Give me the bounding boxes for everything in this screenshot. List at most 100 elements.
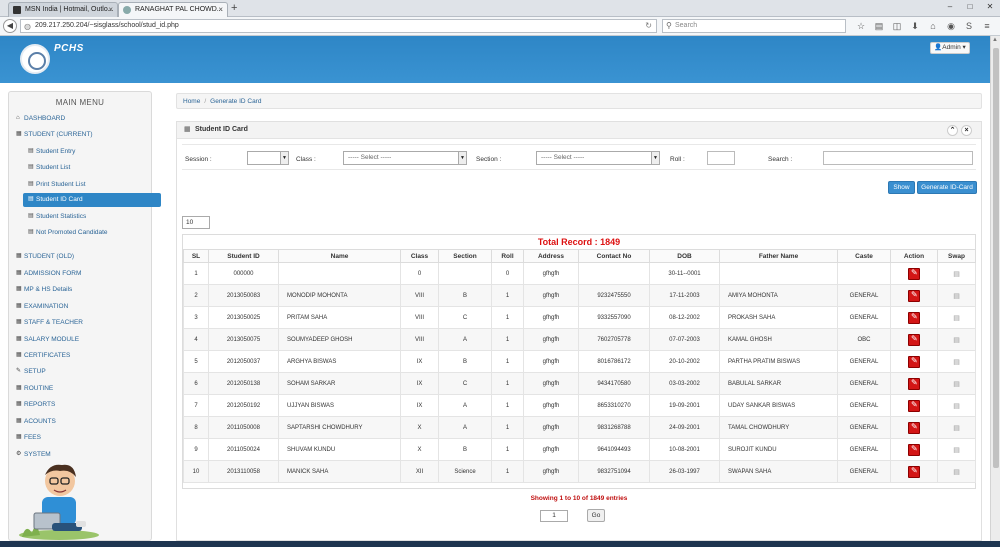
sidebar-item-staff-teacher[interactable]: ▦ STAFF & TEACHER xyxy=(14,316,152,329)
browser-tab-pchs[interactable]: RANAGHAT PAL CHOWD... × xyxy=(118,2,228,17)
sidebar-item-label: MP & HS Details xyxy=(24,286,73,293)
sidebar-item-setup[interactable]: ✎ SETUP xyxy=(14,365,152,378)
page-length-select[interactable]: 10 xyxy=(182,216,210,229)
swap-document-icon[interactable]: ▤ xyxy=(953,336,960,344)
sidebar-item-student-list[interactable]: ▤ Student List xyxy=(23,161,161,174)
pocket-icon[interactable]: ◫ xyxy=(888,20,906,32)
search-input[interactable] xyxy=(823,151,973,165)
table-cell: 08-12-2002 xyxy=(649,306,720,329)
column-header: Contact No xyxy=(578,249,650,263)
swap-document-icon[interactable]: ▤ xyxy=(953,402,960,410)
swap-document-icon[interactable]: ▤ xyxy=(953,292,960,300)
sidebar-item-routine[interactable]: ▦ ROUTINE xyxy=(14,382,152,395)
close-icon[interactable]: × xyxy=(218,3,223,17)
sidebar-item-reports[interactable]: ▦ REPORTS xyxy=(14,398,152,411)
edit-icon[interactable] xyxy=(908,289,920,302)
table-cell: 1 xyxy=(491,372,524,395)
breadcrumb-current[interactable]: Generate ID Card xyxy=(210,98,261,105)
table-cell: 2013050075 xyxy=(208,328,279,351)
table-cell: IX xyxy=(400,394,439,417)
grid-icon: ▦ xyxy=(16,336,22,342)
column-header: Roll xyxy=(491,249,524,263)
table-cell: UJJYAN BISWAS xyxy=(278,394,401,417)
edit-icon[interactable] xyxy=(908,443,920,456)
edit-icon[interactable] xyxy=(908,355,920,368)
action-cell xyxy=(890,372,938,395)
generate-id-card-button[interactable]: Generate ID-Card xyxy=(917,181,977,194)
maximize-icon[interactable]: □ xyxy=(960,0,980,14)
sidebar-item-fees[interactable]: ▦ FEES xyxy=(14,431,152,444)
section-select[interactable]: ----- Select ----- ▼ xyxy=(536,151,660,165)
sidebar-item-student-statistics[interactable]: ▤ Student Statistics xyxy=(23,210,161,223)
edit-icon[interactable] xyxy=(908,267,920,280)
swap-document-icon[interactable]: ▤ xyxy=(953,424,960,432)
sidebar-item-acounts[interactable]: ▦ ACOUNTS xyxy=(14,415,152,428)
page-scrollbar[interactable]: ▲ xyxy=(990,36,1000,541)
swap-document-icon[interactable]: ▤ xyxy=(953,270,960,278)
session-select[interactable]: ▼ xyxy=(247,151,289,165)
reading-list-icon[interactable]: ▤ xyxy=(870,20,888,32)
close-window-icon[interactable]: ✕ xyxy=(980,0,1000,14)
table-cell: 9 xyxy=(183,438,209,461)
edit-icon[interactable] xyxy=(908,399,920,412)
admin-dropdown-button[interactable]: 👤Admin ▾ xyxy=(930,42,970,54)
new-tab-icon[interactable]: + xyxy=(231,2,237,15)
edit-icon[interactable] xyxy=(908,377,920,390)
collapse-icon[interactable]: ⌃ xyxy=(947,125,958,136)
menu-icon[interactable]: ≡ xyxy=(978,20,996,32)
home-icon[interactable]: ⌂ xyxy=(924,20,942,32)
table-row: 7 2012050192 UJJYAN BISWAS IX A 1 gfhgfh 865331… xyxy=(183,394,976,417)
minimize-icon[interactable]: – xyxy=(940,0,960,14)
table-cell: 3 xyxy=(183,306,209,329)
sidebar-item-student-current[interactable]: ▦ STUDENT (CURRENT) xyxy=(14,128,152,141)
download-icon[interactable]: ⬇ xyxy=(906,20,924,32)
edit-icon[interactable] xyxy=(908,465,920,478)
browser-search-box[interactable]: ⚲ Search xyxy=(662,19,846,33)
back-arrow-icon[interactable]: ◀ xyxy=(3,19,17,33)
table-cell: 0 xyxy=(491,262,524,285)
sidebar-item-print-student-list[interactable]: ▤ Print Student List xyxy=(23,178,161,191)
scroll-thumb[interactable] xyxy=(993,48,999,468)
edit-icon[interactable] xyxy=(908,333,920,346)
table-cell: 17-11-2003 xyxy=(649,284,720,307)
edit-icon[interactable] xyxy=(908,421,920,434)
skype-icon[interactable]: S xyxy=(960,20,978,32)
page-number-input[interactable]: 1 xyxy=(540,510,568,522)
swap-document-icon[interactable]: ▤ xyxy=(953,468,960,476)
sidebar-item-student-old[interactable]: ▦ STUDENT (OLD) xyxy=(14,250,152,263)
sidebar-item-not-promoted[interactable]: ▤ Not Promoted Candidate xyxy=(23,226,161,239)
browser-tab-msn[interactable]: MSN India | Hotmail, Outlo... × xyxy=(8,2,118,17)
close-icon[interactable]: × xyxy=(961,125,972,136)
chat-icon[interactable]: ◉ xyxy=(942,20,960,32)
list-icon: ▤ xyxy=(28,181,34,187)
roll-input[interactable] xyxy=(707,151,735,165)
table-cell: gfhgfh xyxy=(523,372,579,395)
sidebar-item-examination[interactable]: ▦ EXAMINATION xyxy=(14,300,152,313)
show-button[interactable]: Show xyxy=(888,181,915,194)
swap-cell: ▤ xyxy=(937,438,976,461)
sidebar-item-certificates[interactable]: ▦ CERTIFICATES xyxy=(14,349,152,362)
close-icon[interactable]: × xyxy=(108,3,113,17)
sidebar-item-admission-form[interactable]: ▦ ADMISSION FORM xyxy=(14,267,152,280)
go-button[interactable]: Go xyxy=(587,509,605,522)
sidebar-item-student-entry[interactable]: ▤ Student Entry xyxy=(23,145,161,158)
swap-document-icon[interactable]: ▤ xyxy=(953,380,960,388)
breadcrumb-home-link[interactable]: Home xyxy=(183,98,200,105)
edit-icon[interactable] xyxy=(908,311,920,324)
swap-document-icon[interactable]: ▤ xyxy=(953,314,960,322)
table-cell: 1 xyxy=(491,416,524,439)
class-select[interactable]: ----- Select ----- ▼ xyxy=(343,151,467,165)
table-cell: 1 xyxy=(491,328,524,351)
reload-icon[interactable]: ↻ xyxy=(645,20,652,32)
url-bar[interactable]: ◍ 209.217.250.204/~sisglass/school/stud_… xyxy=(20,19,657,33)
bookmark-star-icon[interactable]: ☆ xyxy=(852,20,870,32)
sidebar-item-mp-hs-details[interactable]: ▦ MP & HS Details xyxy=(14,283,152,296)
scroll-up-icon[interactable]: ▲ xyxy=(992,37,998,43)
table-cell: 2012050192 xyxy=(208,394,279,417)
sidebar-item-dashboard[interactable]: ⌂ DASHBOARD xyxy=(14,112,152,125)
swap-document-icon[interactable]: ▤ xyxy=(953,446,960,454)
sidebar-item-salary-module[interactable]: ▦ SALARY MODULE xyxy=(14,333,152,346)
swap-document-icon[interactable]: ▤ xyxy=(953,358,960,366)
sidebar-item-student-id-card[interactable]: ▤ Student ID Card xyxy=(23,193,161,207)
table-cell: GENERAL xyxy=(837,306,891,329)
